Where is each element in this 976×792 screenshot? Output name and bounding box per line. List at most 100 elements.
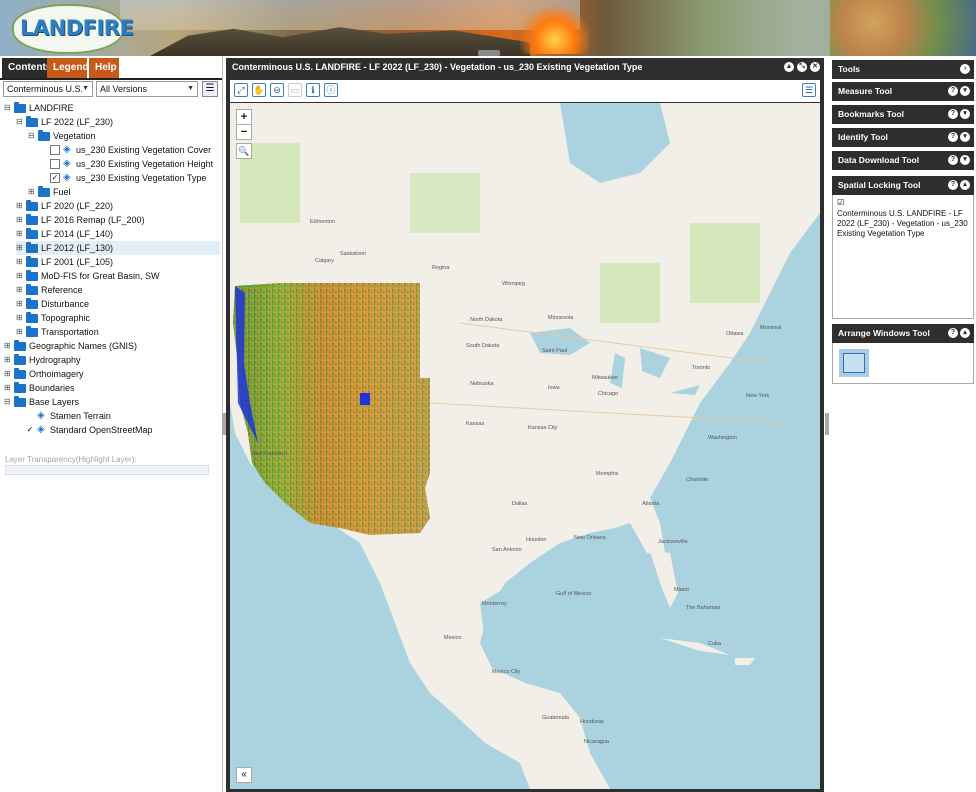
list-menu-button[interactable]: ☰ — [202, 81, 218, 97]
expand-icon[interactable]: ⊞ — [4, 353, 12, 367]
transparency-slider[interactable] — [5, 465, 209, 475]
window-close-button[interactable]: ✕ — [810, 62, 820, 72]
expand-icon[interactable]: ⊞ — [16, 269, 24, 283]
arrange-windows-tool-header[interactable]: Arrange Windows Tool? ▴ — [832, 324, 974, 343]
help-icon[interactable]: ? — [948, 132, 958, 142]
expand-icon[interactable]: ⊞ — [16, 199, 24, 213]
map-canvas[interactable]: + − 🔍 « Edmonton Saskatoon Calgary Regin… — [230, 103, 820, 789]
region-select[interactable]: Conterminous U.S. ▼ — [3, 81, 93, 97]
tree-label: Transportation — [41, 327, 99, 337]
layers-icon: ◈ — [37, 410, 45, 421]
tree-node-boundaries[interactable]: ⊞ Boundaries — [4, 381, 75, 395]
tree-node-transportation[interactable]: ⊞ Transportation — [16, 325, 99, 339]
window-restore-button[interactable]: ⤡ — [797, 62, 807, 72]
collapse-icon[interactable]: ⊟ — [16, 115, 24, 129]
expand-icon[interactable]: ⊞ — [16, 283, 24, 297]
tree-node-hydrography[interactable]: ⊞ Hydrography — [4, 353, 81, 367]
tree-node-lf2012[interactable]: ⊞ LF 2012 (LF_130) — [16, 241, 220, 255]
tree-node-lf2001[interactable]: ⊞ LF 2001 (LF_105) — [16, 255, 113, 269]
tree-node-lf2022[interactable]: ⊟ LF 2022 (LF_230) — [16, 115, 113, 129]
chevron-up-icon[interactable]: ▴ — [960, 180, 970, 190]
search-button[interactable]: 🔍 — [236, 143, 252, 159]
help-icon[interactable]: ? — [948, 328, 958, 338]
expand-icon[interactable]: ⊞ — [4, 339, 12, 353]
tab-help[interactable]: Help — [89, 58, 119, 78]
map-menu-button[interactable]: ☰ — [802, 83, 816, 97]
tree-node-gnis[interactable]: ⊞ Geographic Names (GNIS) — [4, 339, 137, 353]
tab-legend[interactable]: Legend — [47, 58, 89, 78]
tree-node-lf2016[interactable]: ⊞ LF 2016 Remap (LF_200) — [16, 213, 145, 227]
tree-node-osm[interactable]: ✓ ◈ Standard OpenStreetMap — [26, 423, 153, 437]
arrow-right-icon[interactable]: › — [960, 64, 970, 74]
window-collapse-button[interactable]: ▲ — [784, 62, 794, 72]
help-icon[interactable]: ? — [948, 180, 958, 190]
pan-button[interactable]: ✋ — [252, 83, 266, 97]
tree-node-modfis[interactable]: ⊞ MoD-FIS for Great Basin, SW — [16, 269, 160, 283]
screen-icon: ▭ — [290, 85, 300, 95]
tree-node-base-layers[interactable]: ⊟ Base Layers — [4, 395, 79, 409]
layer-radio[interactable] — [26, 412, 34, 420]
collapse-icon[interactable]: ⊟ — [4, 101, 12, 115]
version-select[interactable]: All Versions ▼ — [96, 81, 198, 97]
collapse-panel-button[interactable]: « — [236, 767, 252, 783]
expand-icon[interactable]: ⊞ — [16, 227, 24, 241]
tree-node-topographic[interactable]: ⊞ Topographic — [16, 311, 90, 325]
expand-icon[interactable]: ⊞ — [4, 381, 12, 395]
tree-node-veg-cover[interactable]: ◈ us_230 Existing Vegetation Cover — [50, 143, 211, 157]
tree-node-veg-height[interactable]: ◈ us_230 Existing Vegetation Height — [50, 157, 213, 171]
tree-node-orthoimagery[interactable]: ⊞ Orthoimagery — [4, 367, 84, 381]
tree-node-lf2020[interactable]: ⊞ LF 2020 (LF_220) — [16, 199, 113, 213]
expand-icon[interactable]: ⊞ — [4, 367, 12, 381]
bookmarks-tool-header[interactable]: Bookmarks Tool? ▾ — [832, 105, 974, 124]
right-panel-resize-handle[interactable] — [825, 413, 829, 435]
measure-tool-header[interactable]: Measure Tool? ▾ — [832, 82, 974, 101]
identify-tool-header[interactable]: Identify Tool? ▾ — [832, 128, 974, 147]
collapse-icon[interactable]: ⊟ — [28, 129, 36, 143]
check-icon[interactable]: ✓ — [26, 426, 34, 434]
expand-icon[interactable]: ⊞ — [16, 311, 24, 325]
chevron-down-icon[interactable]: ▾ — [960, 86, 970, 96]
expand-icon[interactable]: ⊞ — [28, 185, 36, 199]
check-icon[interactable]: ☑ — [833, 195, 973, 207]
help-icon[interactable]: ? — [948, 155, 958, 165]
tree-node-vegetation[interactable]: ⊟ Vegetation — [28, 129, 96, 143]
identify-button[interactable]: ℹ — [306, 83, 320, 97]
tree-node-disturbance[interactable]: ⊞ Disturbance — [16, 297, 89, 311]
expand-icon[interactable]: ⊞ — [16, 241, 24, 255]
tree-node-fuel[interactable]: ⊞ Fuel — [28, 185, 71, 199]
chevron-down-icon[interactable]: ▾ — [960, 132, 970, 142]
spatial-locking-tool-header[interactable]: Spatial Locking Tool? ▴ — [832, 176, 974, 195]
previous-extent-button[interactable]: ▭ — [288, 83, 302, 97]
search-icon: 🔍 — [238, 146, 250, 156]
zoom-out-tool-button[interactable]: ⊖ — [270, 83, 284, 97]
expand-icon[interactable]: ⊞ — [16, 325, 24, 339]
map-label: Nebraska — [470, 381, 494, 387]
tab-contents[interactable]: Contents — [2, 58, 51, 78]
arrange-window-layout-button[interactable] — [839, 349, 869, 377]
landfire-logo[interactable]: LANDFIRE — [12, 4, 134, 54]
layer-checkbox-checked[interactable]: ✓ — [50, 173, 60, 183]
layer-checkbox[interactable] — [50, 145, 60, 155]
tree-node-veg-type[interactable]: ✓ ◈ us_230 Existing Vegetation Type — [50, 171, 206, 185]
tree-node-stamen[interactable]: ◈ Stamen Terrain — [26, 409, 111, 423]
tree-node-lf2014[interactable]: ⊞ LF 2014 (LF_140) — [16, 227, 113, 241]
expand-icon[interactable]: ⊞ — [16, 297, 24, 311]
zoom-out-button[interactable]: − — [236, 124, 252, 140]
chevron-down-icon[interactable]: ▾ — [960, 155, 970, 165]
zoom-in-button[interactable]: + — [236, 109, 252, 125]
map-info-button[interactable]: ⓘ — [324, 83, 338, 97]
tree-node-landfire[interactable]: ⊟ LANDFIRE — [4, 101, 74, 115]
tree-node-reference[interactable]: ⊞ Reference — [16, 283, 83, 297]
help-icon[interactable]: ? — [948, 109, 958, 119]
help-icon[interactable]: ? — [948, 86, 958, 96]
collapse-icon[interactable]: ⊟ — [4, 395, 12, 409]
expand-icon[interactable]: ⊞ — [16, 213, 24, 227]
layer-checkbox[interactable] — [50, 159, 60, 169]
map-label: Cuba — [708, 641, 722, 647]
expand-icon[interactable]: ⊞ — [16, 255, 24, 269]
chevron-up-icon[interactable]: ▴ — [960, 328, 970, 338]
banner-collapse-handle[interactable] — [478, 50, 500, 56]
data-download-tool-header[interactable]: Data Download Tool? ▾ — [832, 151, 974, 170]
full-extent-button[interactable]: ⤢ — [234, 83, 248, 97]
chevron-down-icon[interactable]: ▾ — [960, 109, 970, 119]
